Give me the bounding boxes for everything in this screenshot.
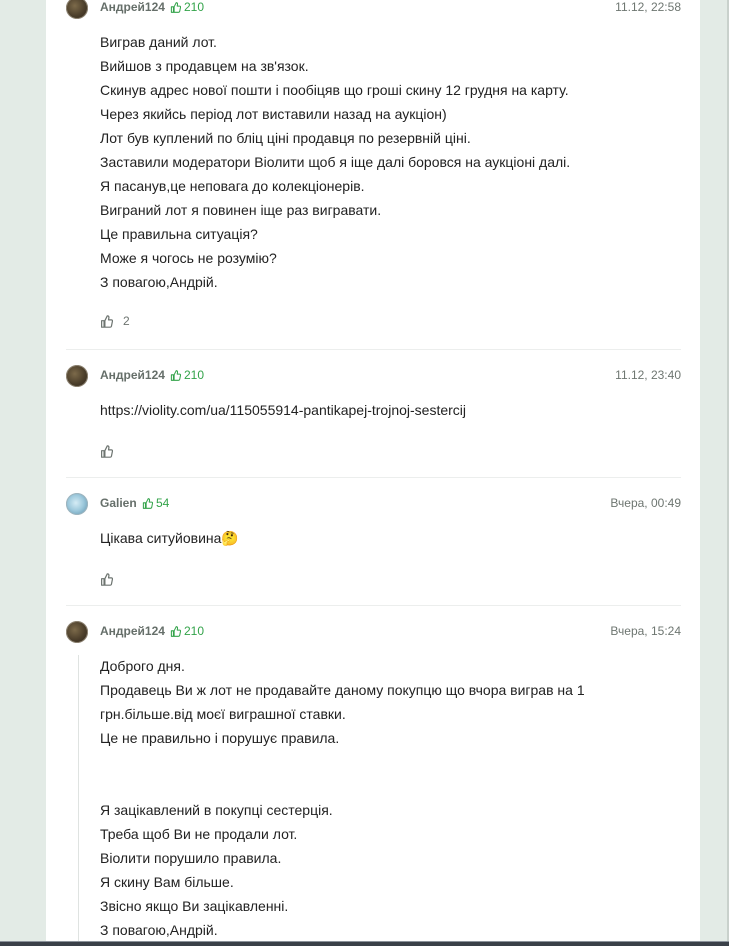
thumbs-up-icon bbox=[101, 573, 113, 586]
author-name[interactable]: Galien bbox=[100, 496, 137, 510]
text-line: Вийшов з продавцем на зв'язок. bbox=[100, 58, 309, 74]
text-line: Може я чогось не розумію? bbox=[100, 250, 277, 266]
text-line: Цікава ситуйовина🤔 bbox=[100, 530, 239, 546]
text-line: З повагою,Андрій. bbox=[100, 274, 218, 290]
thumbs-up-icon bbox=[142, 497, 153, 509]
comment-3: Galien 54 Вчера, 00:49 Цікава ситуйовина… bbox=[66, 493, 681, 586]
text-line: Виграний лот я повинен іще раз вигравати… bbox=[100, 202, 382, 218]
comment-divider bbox=[66, 349, 681, 350]
like-button[interactable] bbox=[100, 445, 113, 458]
text-line: Віолити порушило правила. bbox=[100, 850, 282, 866]
text-line: Звісно якщо Ви зацікавленні. bbox=[100, 898, 289, 914]
rating-value: 210 bbox=[184, 368, 205, 382]
comment-2: Андрей124 210 11.12, 23:40 https://violi… bbox=[66, 365, 681, 458]
taskbar-edge bbox=[0, 941, 729, 946]
text-line: Лот був куплений по бліц ціні продавця п… bbox=[100, 130, 471, 146]
comment-text: Цікава ситуйовина🤔 bbox=[66, 526, 681, 550]
user-rating: 210 bbox=[170, 0, 204, 14]
comment-date: Вчера, 15:24 bbox=[610, 624, 681, 638]
rating-value: 210 bbox=[184, 624, 205, 638]
comment-divider bbox=[66, 605, 681, 606]
comment-date: 11.12, 23:40 bbox=[615, 368, 681, 382]
comment-4: Андрей124 210 Вчера, 15:24 Доброго дня. … bbox=[66, 621, 681, 942]
comment-header: Андрей124 210 11.12, 23:40 bbox=[66, 365, 681, 387]
text-line: Виграв даний лот. bbox=[100, 34, 217, 50]
text-line bbox=[100, 774, 681, 798]
comment-header: Андрей124 210 Вчера, 15:24 bbox=[66, 621, 681, 643]
comment-text: Доброго дня. Продавець Ви ж лот не прода… bbox=[66, 654, 681, 942]
author-name[interactable]: Андрей124 bbox=[100, 624, 165, 638]
comment-text: https://violity.com/ua/115055914-pantika… bbox=[66, 398, 681, 422]
comment-text: Виграв даний лот. Вийшов з продавцем на … bbox=[66, 30, 681, 294]
thumbs-up-icon bbox=[101, 314, 113, 328]
comment-date: 11.12, 22:58 bbox=[615, 0, 681, 14]
author-name[interactable]: Андрей124 bbox=[100, 368, 165, 382]
comment-date: Вчера, 00:49 bbox=[610, 496, 681, 510]
text-line: Через якийсь період лот виставили назад … bbox=[100, 106, 447, 122]
comment-link[interactable]: https://violity.com/ua/115055914-pantika… bbox=[100, 398, 681, 422]
user-rating: 210 bbox=[170, 624, 204, 638]
thumbs-up-icon bbox=[170, 625, 181, 637]
thumbs-up-icon bbox=[170, 369, 181, 381]
text-line: Продавець Ви ж лот не продавайте даному … bbox=[100, 682, 585, 698]
text-line: З повагою,Андрій. bbox=[100, 922, 218, 938]
thumbs-up-icon bbox=[101, 445, 113, 458]
rating-value: 210 bbox=[184, 0, 205, 14]
comment-divider bbox=[66, 477, 681, 478]
text-line: Це правильна ситуація? bbox=[100, 226, 258, 242]
text-line: Скинув адрес нової пошти і пообіцяв що г… bbox=[100, 82, 569, 98]
text-line: Я скину Вам більше. bbox=[100, 874, 234, 890]
user-rating: 54 bbox=[142, 496, 169, 510]
rating-value: 54 bbox=[156, 496, 170, 510]
avatar[interactable] bbox=[66, 365, 88, 387]
user-rating: 210 bbox=[170, 368, 204, 382]
text-line: грн.більше.від моєї виграшної ставки. bbox=[100, 706, 346, 722]
text-line bbox=[100, 750, 681, 774]
text-line: Я пасанув,це неповага до колекціонерів. bbox=[100, 178, 365, 194]
text-line: Я зацікавлений в покупці сестерція. bbox=[100, 802, 333, 818]
avatar[interactable] bbox=[66, 493, 88, 515]
text-line: Це не правильно і порушує правила. bbox=[100, 730, 340, 746]
like-count: 2 bbox=[123, 314, 130, 328]
avatar[interactable] bbox=[66, 621, 88, 643]
text-line: Заставили модератори Віолити щоб я іще д… bbox=[100, 154, 571, 170]
like-button[interactable] bbox=[100, 573, 113, 586]
comment-1: Андрей124 210 11.12, 22:58 Виграв даний … bbox=[66, 0, 681, 328]
text-line: Треба щоб Ви не продали лот. bbox=[100, 826, 298, 842]
comment-header: Galien 54 Вчера, 00:49 bbox=[66, 493, 681, 515]
like-button[interactable]: 2 bbox=[100, 314, 130, 328]
author-name[interactable]: Андрей124 bbox=[100, 0, 165, 14]
thumbs-up-icon bbox=[170, 1, 181, 13]
text-line: Доброго дня. bbox=[100, 658, 185, 674]
comment-header: Андрей124 210 11.12, 22:58 bbox=[66, 0, 681, 19]
avatar[interactable] bbox=[66, 0, 88, 19]
